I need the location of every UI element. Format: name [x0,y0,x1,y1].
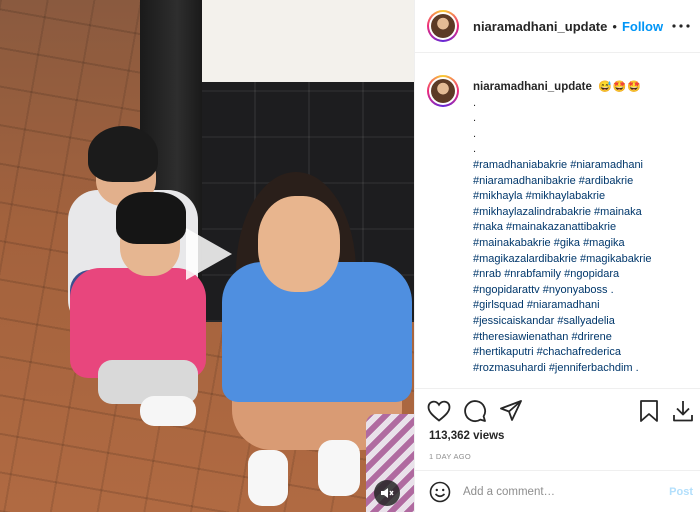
hashtag-line[interactable]: #magikazalardibakrie #magikabakrie [473,252,695,268]
like-button[interactable] [427,399,451,423]
hashtag-line[interactable]: #ngopidarattv #nyonyaboss . [473,283,695,299]
comment-button[interactable] [463,399,487,423]
video-frame-child-2-shoe [140,396,196,426]
caption: niaramadhani_update 😅🤩🤩 . . . . #ramadha… [473,80,695,376]
hashtag-line[interactable]: #mainakabakrie #gika #magika [473,236,695,252]
hashtag-line[interactable]: #jessicaiskandar #sallyadelia [473,314,695,330]
bookmark-icon [640,400,658,422]
more-options-icon [672,24,690,28]
hashtag-line[interactable]: #niaramadhanibakrie #ardibakrie [473,174,695,190]
comment-bar: Post [415,470,700,513]
save-button[interactable] [637,399,661,423]
video-frame-child-3-shoe-right [318,440,360,496]
video-player[interactable] [0,0,414,512]
hashtag-line[interactable]: #nrab #nrabfamily #ngopidara [473,267,695,283]
mute-button[interactable] [374,480,400,506]
video-frame-child-3-shoe-left [248,450,288,506]
caption-avatar-image [431,79,455,103]
play-icon [186,228,232,280]
more-options-button[interactable] [671,16,691,36]
action-bar [415,388,700,429]
header-separator: • [612,18,617,34]
video-frame-child-2-hair [116,192,186,244]
hashtag-line[interactable]: #mikhayla #mikhaylabakrie [473,189,695,205]
header-username[interactable]: niaramadhani_update [473,19,607,34]
hashtag-line[interactable]: #rozmasuhardi #jenniferbachdim . [473,361,695,377]
hashtag-line[interactable]: #theresiawienathan #drirene [473,330,695,346]
avatar[interactable] [427,10,459,42]
video-frame-child-1-hair [88,126,158,182]
caption-first-line: niaramadhani_update 😅🤩🤩 [473,80,695,96]
smiley-icon [429,481,451,503]
hashtag-line[interactable]: #naka #mainakazanattibakrie [473,220,695,236]
avatar-image [431,14,455,38]
caption-dot: . [473,112,477,125]
comment-input[interactable] [463,483,653,501]
hashtag-line[interactable]: #hertikaputri #chachafrederica [473,345,695,361]
paper-plane-icon [500,400,522,421]
comment-icon [464,400,486,422]
caption-dot: . [473,127,477,140]
caption-avatar[interactable] [427,75,459,107]
caption-username[interactable]: niaramadhani_update [473,81,592,93]
caption-emojis: 😅🤩🤩 [597,81,643,93]
speaker-mute-icon [381,488,394,498]
post-sidebar: niaramadhani_update • Follow niaramadhan… [414,0,700,512]
caption-dot: . [473,96,477,109]
caption-dots: . . . . [473,96,695,158]
caption-dot: . [473,143,477,156]
hashtag-line[interactable]: #girlsquad #niaramadhani [473,298,695,314]
follow-button[interactable]: Follow [622,19,663,34]
download-icon [673,401,693,422]
hashtag-line[interactable]: #mikhaylazalindrabakrie #mainaka [473,205,695,221]
video-frame-child-3-face [258,196,340,292]
emoji-button[interactable] [429,481,451,503]
caption-area: niaramadhani_update 😅🤩🤩 . . . . #ramadha… [415,53,700,385]
post-date[interactable]: 1 DAY AGO [429,452,471,461]
post-comment-button[interactable]: Post [669,486,693,498]
share-button[interactable] [499,399,523,423]
view-count[interactable]: 113,362 views [429,430,504,442]
hashtag-line[interactable]: #ramadhaniabakrie #niaramadhani [473,158,695,174]
download-button[interactable] [671,399,695,423]
post-header: niaramadhani_update • Follow [415,0,700,53]
video-frame-wall [200,0,414,82]
heart-icon [427,400,451,422]
play-button[interactable] [178,224,238,284]
